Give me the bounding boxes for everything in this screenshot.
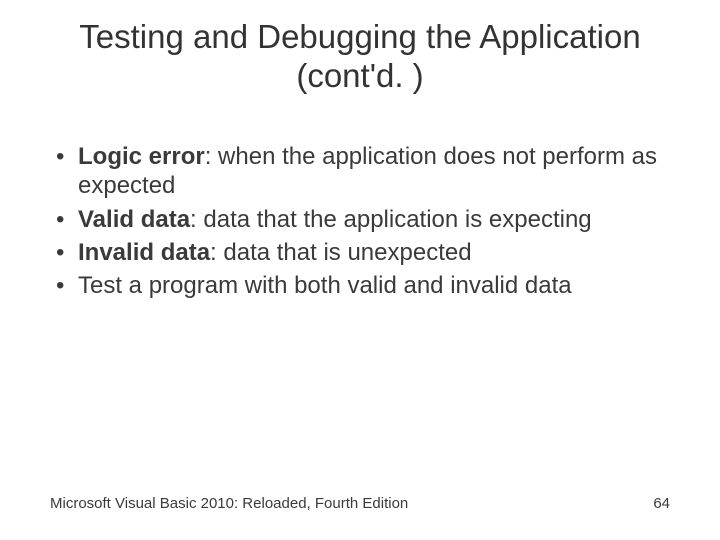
footer-source: Microsoft Visual Basic 2010: Reloaded, F… [50,495,408,512]
bullet-item: Logic error: when the application does n… [50,142,670,201]
page-number: 64 [653,495,670,512]
bullet-list: Logic error: when the application does n… [50,142,670,300]
bullet-item: Valid data: data that the application is… [50,205,670,234]
bullet-item: Test a program with both valid and inval… [50,271,670,300]
bullet-item: Invalid data: data that is unexpected [50,238,670,267]
bullet-text: Test a program with both valid and inval… [78,272,572,299]
bullet-text: : data that the application is expecting [190,206,592,233]
slide-title: Testing and Debugging the Application (c… [38,18,682,96]
term: Invalid data [78,239,210,266]
slide-content: Logic error: when the application does n… [50,142,670,304]
term: Logic error [78,143,205,170]
term: Valid data [78,206,190,233]
bullet-text: : data that is unexpected [210,239,472,266]
slide: Testing and Debugging the Application (c… [0,0,720,540]
